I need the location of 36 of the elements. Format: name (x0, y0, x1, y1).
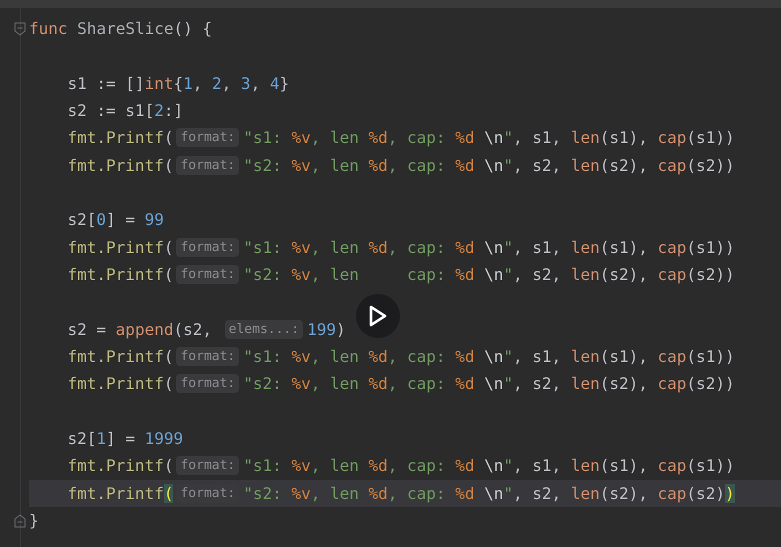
code-text: fmt.Printf( (68, 156, 174, 175)
parameter-hint: format: (176, 156, 240, 175)
code-text: s2[1] = 1999 (68, 429, 184, 448)
code-text: fmt.Printf( (68, 347, 174, 366)
parameter-hint: format: (176, 265, 240, 284)
code-text: func ShareSlice() { (29, 19, 212, 38)
code-text: "s1: %v, len %d, cap: %d \n", s1, len(s1), cap(s1)) (243, 128, 735, 148)
code-text: fmt.Printf( (68, 265, 174, 284)
code-text: fmt.Printf( (68, 484, 174, 503)
parameter-hint: format: (176, 456, 240, 476)
code-text: s2[0] = 99 (68, 210, 164, 230)
code-text: fmt.Printf( (68, 456, 174, 476)
parameter-hint: format: (176, 347, 240, 366)
code-text: fmt.Printf( (68, 374, 174, 394)
code-text: "s1: %v, len %d, cap: %d \n", s1, len(s1), cap(s1)) (243, 238, 735, 257)
code-text: s2 := s1[2:] (68, 101, 184, 120)
code-text: s2 = append(s2, (68, 320, 213, 339)
fold-icon[interactable] (14, 22, 26, 36)
code-text: "s1: %v, len %d, cap: %d \n", s1, len(s1), cap(s1)) (243, 456, 735, 476)
code-text: fmt.Printf( (68, 128, 174, 148)
code-text: fmt.Printf( (68, 238, 174, 257)
code-text: } (29, 511, 39, 530)
parameter-hint: elems...: (224, 320, 304, 339)
code-text: "s2: %v, len (243, 265, 359, 284)
play-icon (369, 304, 388, 327)
code-text: "s2: %v, len %d, cap: %d \n", s2, len(s2), cap(s2)) (243, 484, 735, 503)
code-text: "s2: %v, len %d, cap: %d \n", s2, len(s2), cap(s2)) (243, 156, 735, 175)
parameter-hint: format: (176, 128, 240, 148)
code-text: 199) (307, 320, 346, 339)
code-text: "s2: %v, len %d, cap: %d \n", s2, len(s2), cap(s2)) (243, 374, 735, 394)
parameter-hint: format: (176, 238, 240, 257)
fold-icon[interactable] (14, 514, 26, 528)
parameter-hint: format: (176, 374, 240, 394)
code-text: "s1: %v, len %d, cap: %d \n", s1, len(s1), cap(s1)) (243, 347, 735, 366)
code-text: cap: %d \n", s2, len(s2), cap(s2)) (406, 265, 735, 284)
code-text: s1 := []int{1, 2, 3, 4} (68, 74, 290, 93)
